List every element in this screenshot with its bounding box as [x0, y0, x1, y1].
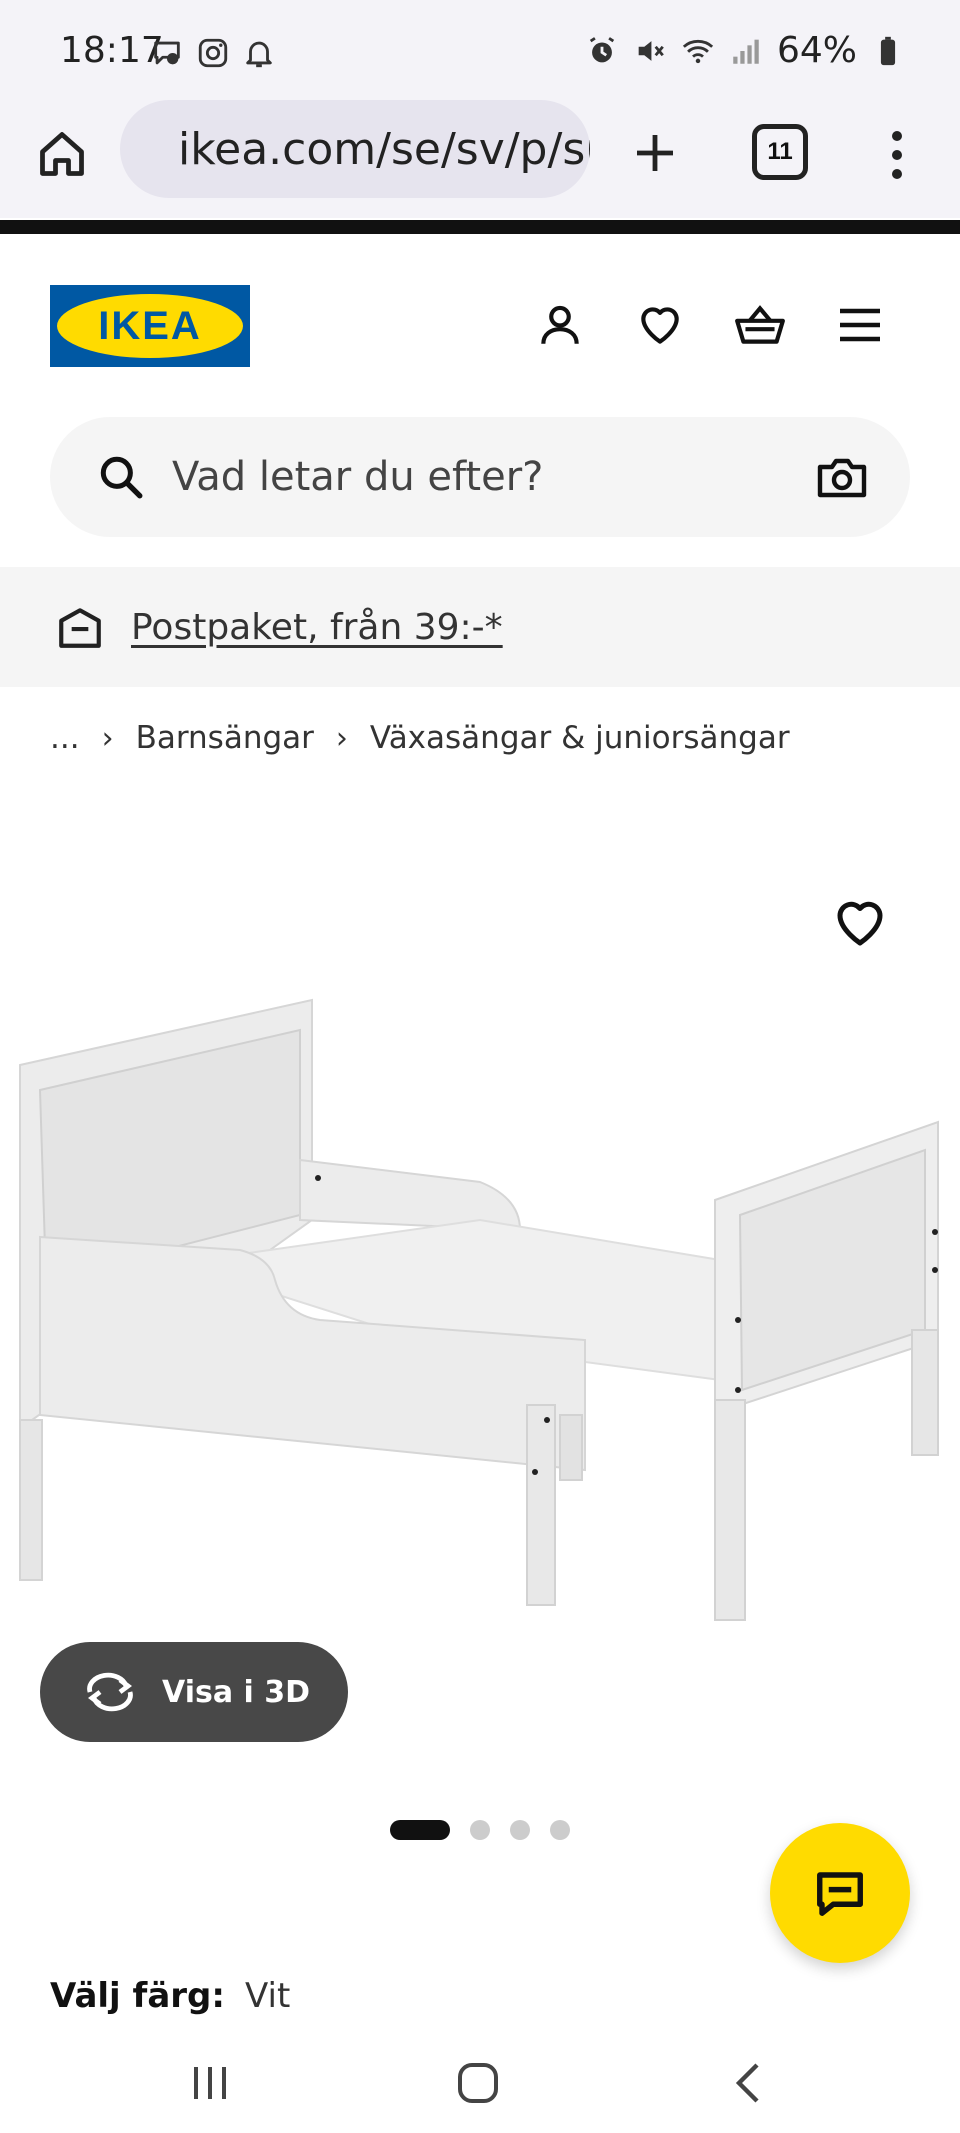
ikea-logo[interactable]: IKEA — [50, 285, 250, 367]
breadcrumb: ... › Barnsängar › Växasängar & juniorsä… — [50, 720, 790, 756]
address-bar[interactable]: ikea.com/se/sv/p/su — [120, 100, 590, 198]
system-navigation-bar — [0, 2033, 960, 2133]
home-nav-icon — [458, 2063, 498, 2103]
product-favourite-button[interactable] — [830, 893, 890, 953]
search-input[interactable]: Vad letar du efter? — [50, 417, 910, 537]
mute-icon — [638, 40, 664, 61]
home-icon — [40, 132, 84, 176]
more-dot — [892, 131, 902, 141]
page-top-divider — [0, 220, 960, 234]
camera-icon[interactable] — [816, 453, 868, 501]
view-in-3d-label: Visa i 3D — [162, 1674, 311, 1710]
heart-icon — [641, 307, 679, 344]
browser-toolbar: ikea.com/se/sv/p/su 11 — [0, 100, 960, 218]
basket-icon — [735, 305, 785, 344]
battery-percent: 64% — [776, 30, 857, 71]
signal-icon — [733, 39, 759, 64]
basket-button[interactable] — [730, 295, 790, 355]
more-dot — [892, 150, 902, 160]
battery-icon — [880, 36, 896, 65]
color-label: Välj färg: — [50, 1976, 225, 2016]
rotate-3d-icon — [87, 1672, 133, 1712]
color-selector[interactable]: Välj färg: Vit — [50, 1976, 290, 2016]
alarm-icon — [589, 36, 615, 62]
browser-menu-button[interactable] — [872, 120, 922, 190]
recent-apps-icon — [194, 2067, 226, 2099]
status-notification-icons — [150, 36, 276, 70]
search-placeholder: Vad letar du efter? — [172, 454, 544, 500]
color-value: Vit — [244, 1976, 291, 2016]
account-button[interactable] — [530, 295, 590, 355]
status-system-icons: 64% — [585, 30, 905, 71]
home-button[interactable] — [30, 122, 94, 186]
chat-icon — [817, 1872, 863, 1916]
carousel-dot[interactable] — [470, 1820, 490, 1840]
tab-switcher-button[interactable]: 11 — [752, 124, 808, 180]
view-in-3d-button[interactable]: Visa i 3D — [40, 1642, 348, 1742]
messenger-icon — [154, 41, 180, 65]
back-icon — [735, 2063, 759, 2103]
recent-apps-button[interactable] — [170, 2053, 250, 2113]
url-text[interactable]: ikea.com/se/sv/p/su — [178, 124, 590, 175]
menu-button[interactable] — [830, 295, 890, 355]
chevron-right-icon: › — [101, 720, 114, 756]
new-tab-button[interactable] — [620, 118, 690, 188]
carousel-dot[interactable] — [510, 1820, 530, 1840]
promo-banner: Postpaket, från 39:-* — [0, 567, 960, 687]
search-icon — [100, 456, 143, 499]
parcel-icon — [59, 608, 101, 648]
home-nav-button[interactable] — [438, 2053, 518, 2113]
carousel-dot-active[interactable] — [390, 1820, 450, 1840]
wifi-icon — [682, 39, 714, 63]
logo-text: IKEA — [98, 303, 202, 348]
bell-icon — [246, 41, 272, 68]
promo-link[interactable]: Postpaket, från 39:-* — [131, 607, 503, 648]
tab-count: 11 — [767, 138, 793, 165]
status-bar: 18:17 64% — [0, 0, 960, 100]
chevron-right-icon: › — [335, 720, 348, 756]
user-icon — [541, 305, 579, 344]
product-image[interactable] — [0, 860, 960, 1650]
status-time: 18:17 — [60, 30, 164, 71]
instagram-icon — [198, 38, 228, 68]
back-nav-button[interactable] — [708, 2053, 788, 2113]
breadcrumb-ellipsis[interactable]: ... — [50, 720, 80, 756]
favourites-button[interactable] — [630, 295, 690, 355]
heart-icon — [837, 901, 883, 946]
breadcrumb-item[interactable]: Växasängar & juniorsängar — [370, 720, 790, 756]
carousel-dot[interactable] — [550, 1820, 570, 1840]
breadcrumb-item[interactable]: Barnsängar — [136, 720, 314, 756]
plus-icon — [637, 135, 673, 171]
chat-button[interactable] — [770, 1823, 910, 1963]
logo-oval: IKEA — [57, 294, 243, 358]
menu-icon — [840, 308, 880, 342]
more-dot — [892, 169, 902, 179]
image-carousel-indicator — [390, 1820, 570, 1840]
